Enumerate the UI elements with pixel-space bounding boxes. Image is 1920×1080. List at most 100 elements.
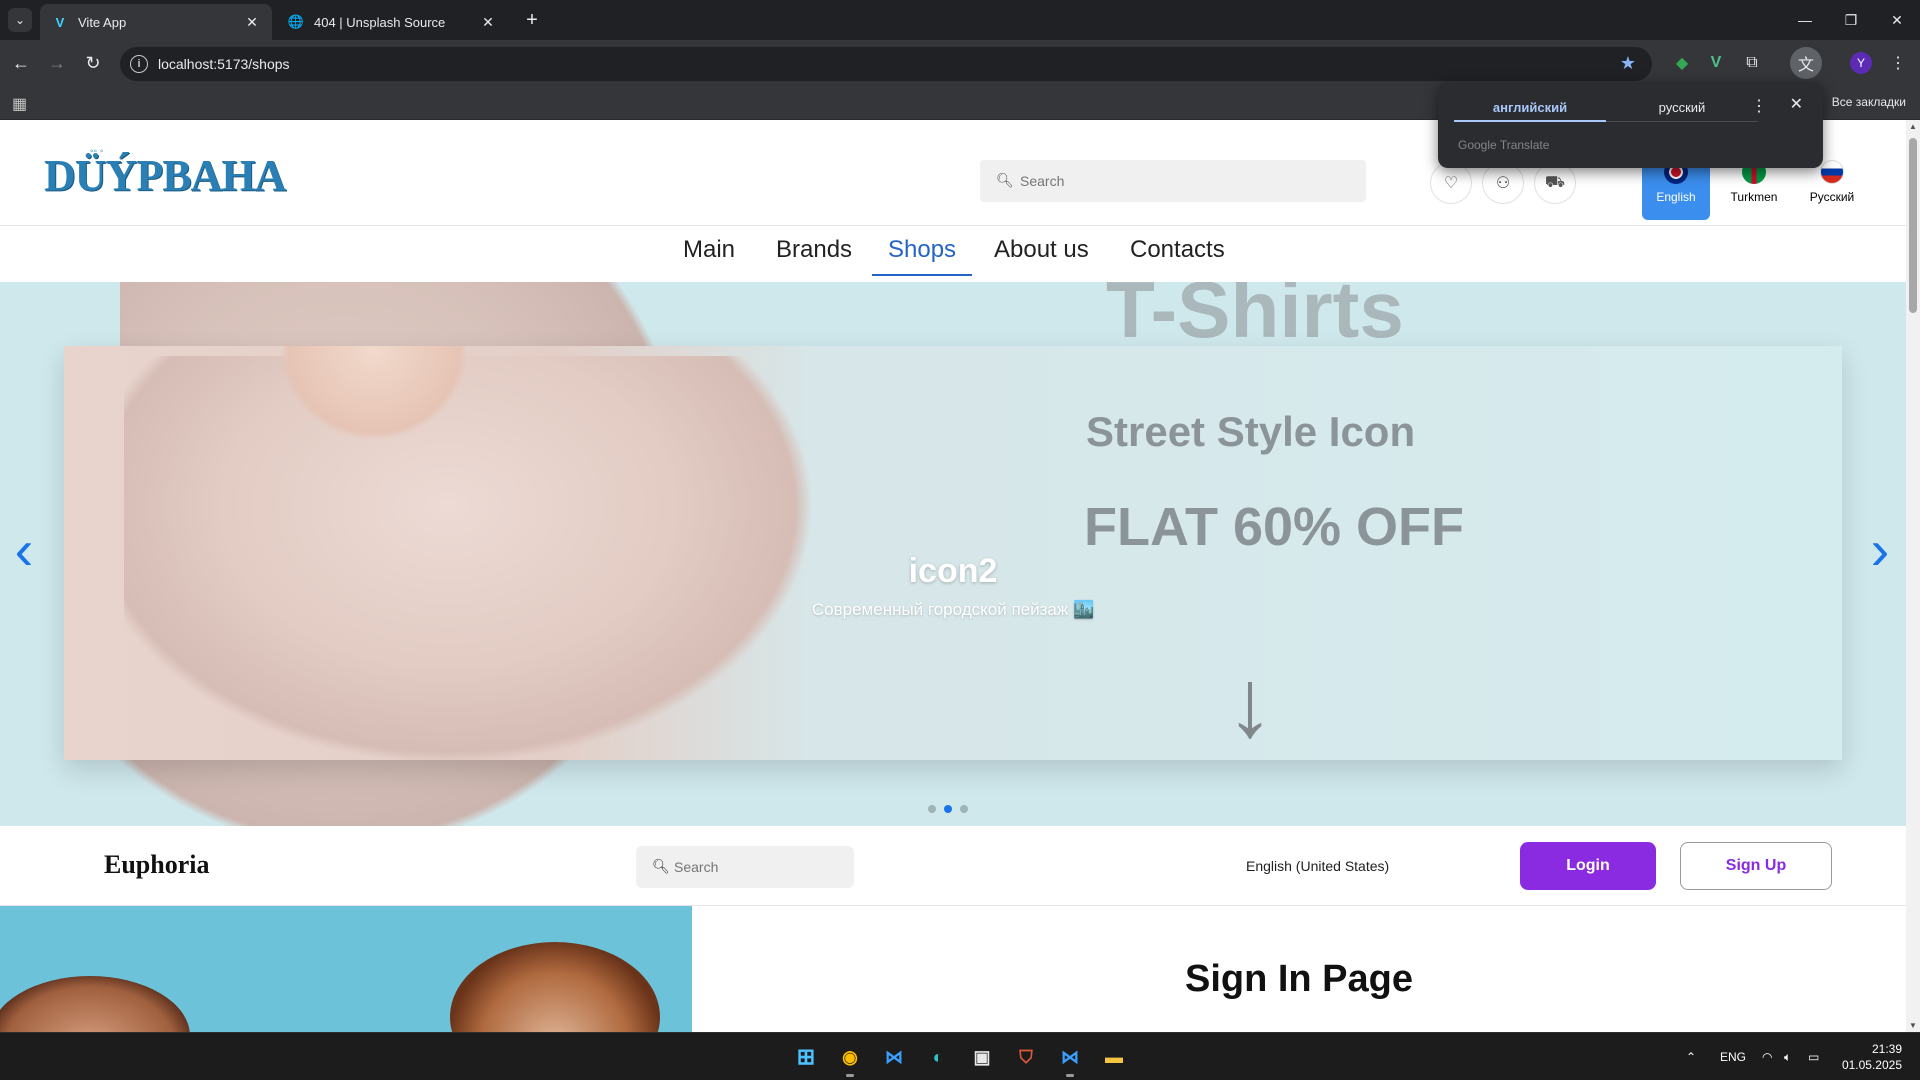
site-info-icon[interactable]: i	[130, 55, 148, 73]
carousel-dot[interactable]	[944, 805, 952, 813]
volume-icon[interactable]: 🔈︎	[1784, 1033, 1791, 1080]
edge-icon[interactable]: ◐	[922, 1041, 954, 1073]
browser-tab-vite-app[interactable]: V Vite App ✕	[40, 4, 272, 40]
carousel-indicators	[928, 805, 968, 813]
translate-options-icon[interactable]: ⋮	[1751, 96, 1767, 116]
browser-toolbar: ← → ↻ i localhost:5173/shops ★ ◆ V ⧉ 文 Y…	[0, 40, 1920, 86]
down-arrow-icon: ↓	[1226, 650, 1274, 757]
translate-target-tab[interactable]: русский	[1606, 94, 1758, 122]
chrome-icon[interactable]: ◉	[834, 1041, 866, 1077]
close-icon[interactable]: ✕	[1790, 94, 1803, 114]
tab-search-chevron-icon[interactable]: ⌄	[8, 8, 32, 32]
nav-shops[interactable]: Shops	[872, 236, 973, 276]
profile-avatar[interactable]: Y	[1850, 52, 1872, 74]
windows-start-icon[interactable]: ⊞	[790, 1041, 822, 1073]
translate-brand: Google Translate	[1458, 138, 1550, 152]
euphoria-logo[interactable]: Euphoria	[104, 850, 210, 880]
login-button[interactable]: Login	[1520, 842, 1656, 890]
input-language[interactable]: ENG	[1720, 1033, 1746, 1080]
address-bar[interactable]: i localhost:5173/shops ★	[120, 47, 1652, 81]
new-tab-plus-icon[interactable]: +	[520, 8, 544, 32]
scroll-up-icon[interactable]: ▲	[1909, 122, 1917, 131]
windows-taskbar: ⊞ ◉ ⋈ ◐ ▣ ⛉ ⋈ ▬ ⌃ ENG ◠ 🔈︎ ▭ 21:39 01.05…	[0, 1032, 1920, 1080]
scrollbar-thumb[interactable]	[1909, 138, 1917, 313]
page-title: Sign In Page	[1184, 958, 1414, 1000]
bookmark-star-icon[interactable]: ★	[1620, 53, 1636, 74]
euphoria-header: Euphoria 🔍︎ English (United States) Logi…	[0, 826, 1906, 906]
tab-title: 404 | Unsplash Source	[314, 14, 446, 30]
close-window-icon[interactable]: ✕	[1874, 0, 1920, 40]
file-explorer-icon[interactable]: ▬	[1098, 1041, 1130, 1073]
kebab-menu-icon[interactable]: ⋮	[1886, 51, 1910, 75]
main-navigation: Main Brands Shops About us Contacts	[0, 226, 1906, 282]
carousel-next-chevron-icon[interactable]: ›	[1862, 522, 1898, 582]
brave-shield-icon[interactable]: ⛉	[1010, 1041, 1042, 1073]
back-arrow-icon[interactable]: ←	[8, 50, 34, 76]
language-label: English	[1656, 190, 1696, 204]
page-viewport: ◦◦ ◦ DÜÝPBAHA 🔍︎ ♡ ⚇ ⛟ English Turkmen Р…	[0, 120, 1906, 1032]
clock-date: 01.05.2025	[1841, 1058, 1902, 1072]
site-logo[interactable]: DÜÝPBAHA	[44, 150, 286, 201]
language-label: Русский	[1809, 190, 1855, 204]
translate-popup: английский русский ⋮ ✕ Google Translate	[1438, 82, 1823, 168]
restore-icon[interactable]: ❐	[1828, 0, 1874, 40]
signin-hero-image	[0, 906, 692, 1032]
slide-subtitle: Современный городской пейзаж 🏙️	[811, 600, 1095, 619]
tab-title: Vite App	[78, 14, 127, 30]
nav-contacts[interactable]: Contacts	[1130, 236, 1225, 276]
minimize-icon[interactable]: —	[1782, 0, 1828, 40]
language-selector[interactable]: English (United States)	[1246, 858, 1389, 874]
close-tab-icon[interactable]: ✕	[480, 14, 496, 30]
system-clock[interactable]: 21:39 01.05.2025	[1842, 1041, 1902, 1073]
russia-flag-icon	[1820, 160, 1844, 184]
signup-button[interactable]: Sign Up	[1680, 842, 1832, 890]
search-input[interactable]	[1020, 170, 1340, 192]
euphoria-search-input[interactable]	[674, 856, 844, 878]
language-label: Turkmen	[1730, 190, 1778, 204]
vite-logo-icon: V	[55, 14, 65, 30]
battery-icon[interactable]: ▭	[1808, 1033, 1819, 1080]
wifi-icon[interactable]: ◠	[1762, 1033, 1772, 1080]
close-tab-icon[interactable]: ✕	[244, 14, 260, 30]
slide-title: icon2	[908, 552, 998, 590]
tray-chevron-icon[interactable]: ⌃	[1686, 1033, 1696, 1080]
user-profile-icon[interactable]: ⚇	[1482, 162, 1524, 204]
vscode-icon[interactable]: ⋈	[1054, 1041, 1086, 1077]
vscode-icon[interactable]: ⋈	[878, 1041, 910, 1073]
nav-main[interactable]: Main	[683, 236, 735, 276]
person-image	[0, 976, 190, 1032]
carousel-dot[interactable]	[960, 805, 968, 813]
hero-carousel: T-Shirts Street Style Icon FLAT 60% OFF …	[0, 282, 1906, 826]
carousel-dot[interactable]	[928, 805, 936, 813]
reload-icon[interactable]: ↻	[80, 50, 106, 76]
page-scrollbar[interactable]: ▲ ▼	[1906, 120, 1920, 1032]
person-image	[450, 942, 660, 1032]
vue-devtools-icon[interactable]: V	[1704, 51, 1728, 75]
euphoria-search[interactable]: 🔍︎	[636, 846, 854, 888]
nav-about-us[interactable]: About us	[994, 236, 1089, 276]
favorites-heart-icon[interactable]: ♡	[1430, 162, 1472, 204]
search-icon: 🔍︎	[652, 858, 670, 874]
translate-icon[interactable]: 文	[1790, 47, 1822, 79]
cart-icon[interactable]: ⛟	[1534, 162, 1576, 204]
apps-grid-icon[interactable]: ▦	[12, 94, 27, 114]
all-bookmarks-link[interactable]: Все закладки	[1832, 95, 1906, 109]
ad-headline: Street Style Icon	[1086, 408, 1416, 455]
nav-brands[interactable]: Brands	[776, 236, 852, 276]
url-text[interactable]: localhost:5173/shops	[158, 56, 290, 72]
search-icon: 🔍︎	[996, 172, 1014, 188]
forward-arrow-icon[interactable]: →	[44, 50, 70, 76]
browser-tab-unsplash[interactable]: 🌐 404 | Unsplash Source ✕	[276, 4, 508, 40]
extensions-puzzle-icon[interactable]: ⧉	[1740, 51, 1764, 75]
translate-source-tab[interactable]: английский	[1454, 94, 1606, 122]
clock-time: 21:39	[1871, 1042, 1902, 1056]
browser-tab-strip: ⌄ V Vite App ✕ 🌐 404 | Unsplash Source ✕…	[0, 0, 1920, 40]
scroll-down-icon[interactable]: ▼	[1909, 1021, 1917, 1030]
globe-icon: 🌐	[287, 14, 305, 29]
header-search[interactable]: 🔍︎	[980, 160, 1366, 202]
store-icon[interactable]: ▣	[966, 1041, 998, 1073]
ad-discount: FLAT 60% OFF	[1084, 497, 1465, 557]
extension-n-icon[interactable]: ◆	[1670, 51, 1694, 75]
hero-background-text: T-Shirts	[1106, 282, 1404, 354]
carousel-prev-chevron-icon[interactable]: ‹	[6, 522, 42, 582]
